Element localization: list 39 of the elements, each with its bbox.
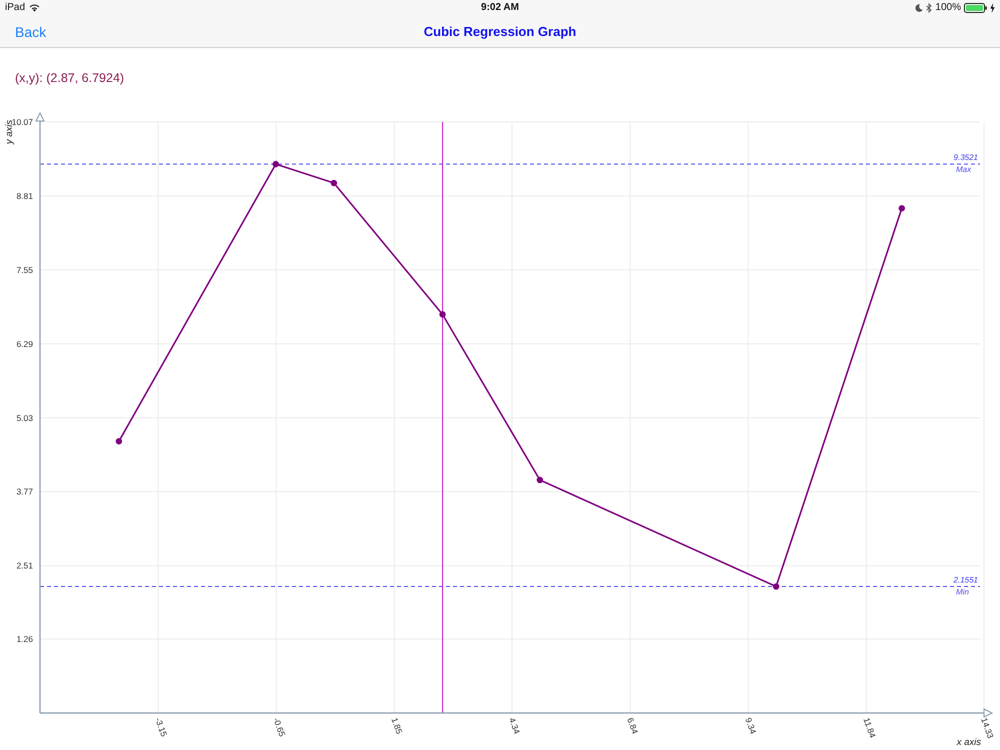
data-point — [116, 438, 122, 444]
x-axis-title: x axis — [956, 737, 981, 748]
data-point — [330, 180, 338, 186]
data-point — [272, 160, 279, 168]
back-button[interactable]: Back — [9, 22, 52, 42]
y-tick-label: 3.77 — [16, 486, 33, 497]
y-tick-label: 2.51 — [16, 560, 33, 571]
bluetooth-icon — [926, 3, 932, 13]
y-tick-label: 10.07 — [12, 117, 33, 127]
clock-time: 9:02 AM — [481, 2, 519, 14]
reference-value-label: 2.1551 — [954, 576, 978, 585]
reference-line-label: Max — [956, 165, 972, 174]
data-point — [772, 583, 780, 590]
data-point — [439, 311, 446, 318]
reference-value-label: 9.3521 — [954, 153, 978, 162]
device-name: iPad — [5, 2, 26, 14]
y-tick-label: 8.81 — [16, 190, 33, 201]
x-tick-label: 9.34 — [743, 716, 758, 736]
screen-title: Cubic Regression Graph — [424, 24, 576, 39]
data-point — [898, 205, 905, 212]
y-tick-label: 6.29 — [16, 338, 33, 349]
battery-percent: 100% — [935, 2, 961, 14]
reference-line-label: Min — [956, 588, 969, 597]
x-tick-label: -3.15 — [153, 716, 170, 738]
x-tick-label: 11.84 — [861, 716, 878, 740]
charging-bolt-icon — [990, 3, 995, 13]
moon-icon — [915, 4, 924, 12]
x-tick-label: 1.85 — [389, 716, 405, 736]
x-tick-label: 14.33 — [979, 716, 996, 740]
wifi-icon — [29, 4, 40, 12]
x-tick-label: -0.65 — [271, 716, 288, 738]
data-point — [536, 476, 544, 484]
x-tick-label: 6.84 — [625, 716, 640, 736]
battery-icon — [964, 3, 987, 13]
x-tick-label: 4.34 — [507, 716, 522, 736]
y-tick-label: 1.26 — [16, 634, 33, 644]
coordinate-readout: (x,y): (2.87, 6.7924) — [15, 71, 124, 85]
y-tick-label: 5.03 — [16, 412, 33, 423]
y-tick-label: 7.55 — [16, 264, 33, 275]
